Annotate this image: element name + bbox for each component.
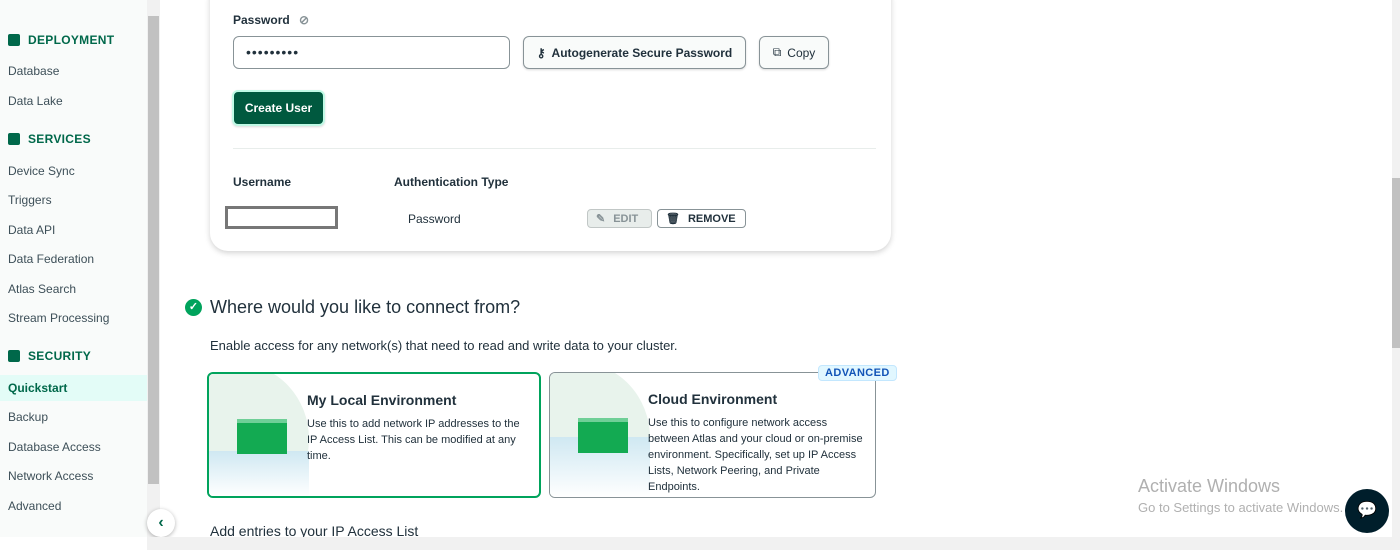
sidebar-item-database[interactable]: Database <box>0 58 147 84</box>
check-circle-icon: ✓ <box>185 299 202 316</box>
sidebar-item-data-lake[interactable]: Data Lake <box>0 88 147 114</box>
sidebar: DEPLOYMENT Database Data Lake SERVICES D… <box>0 0 147 537</box>
chat-icon: 💬 <box>1357 502 1377 519</box>
password-input[interactable]: ••••••••• <box>233 36 510 69</box>
advanced-badge: ADVANCED <box>818 365 897 381</box>
sidebar-item-quickstart[interactable]: Quickstart <box>0 375 147 401</box>
sidebar-item-advanced[interactable]: Advanced <box>0 493 147 519</box>
page-scrollbar[interactable] <box>1392 0 1400 537</box>
auth-type-header: Authentication Type <box>394 175 509 189</box>
create-user-button[interactable]: Create User <box>232 90 325 126</box>
pencil-icon: ✎ <box>596 213 606 225</box>
sidebar-item-triggers[interactable]: Triggers <box>0 187 147 213</box>
lock-icon <box>8 350 20 362</box>
sidebar-item-data-federation[interactable]: Data Federation <box>0 246 147 272</box>
section-services: SERVICES <box>8 132 91 146</box>
section-deployment: DEPLOYMENT <box>8 33 114 47</box>
copy-button[interactable]: ⧉ Copy <box>759 36 829 69</box>
services-icon <box>8 133 20 145</box>
sidebar-item-backup[interactable]: Backup <box>0 404 147 430</box>
sidebar-item-atlas-search[interactable]: Atlas Search <box>0 276 147 302</box>
autogenerate-password-button[interactable]: ⚷ Autogenerate Secure Password <box>523 36 746 69</box>
edit-button[interactable]: ✎ EDIT <box>587 209 652 228</box>
local-title: My Local Environment <box>307 392 457 408</box>
collapse-sidebar-button[interactable]: ‹ <box>147 509 175 537</box>
eye-slash-icon[interactable]: ⊘ <box>299 13 309 27</box>
cloud-title: Cloud Environment <box>648 391 778 407</box>
sidebar-scrollbar[interactable] <box>147 0 160 537</box>
username-header: Username <box>233 175 292 189</box>
remove-button[interactable]: 🗑 REMOVE <box>657 209 746 228</box>
trash-icon: 🗑 <box>666 213 680 225</box>
sidebar-item-database-access[interactable]: Database Access <box>0 434 147 460</box>
password-label: Password ⊘ <box>233 13 310 27</box>
connect-heading: Where would you like to connect from? <box>210 297 521 317</box>
local-description: Use this to add network IP addresses to … <box>307 418 520 462</box>
username-redacted <box>225 206 338 229</box>
connect-subtitle: Enable access for any network(s) that ne… <box>210 338 678 353</box>
cloud-environment-option[interactable]: Cloud Environment Use this to configure … <box>549 372 876 498</box>
copy-icon: ⧉ <box>772 45 782 59</box>
horizontal-scrollbar[interactable] <box>147 537 1400 550</box>
key-icon: ⚷ <box>536 45 546 60</box>
sidebar-item-stream-processing[interactable]: Stream Processing <box>0 305 147 331</box>
cloud-description: Use this to configure network access bet… <box>648 417 863 493</box>
cloud-illustration-icon <box>578 418 628 453</box>
page-scrollbar-thumb[interactable] <box>1392 178 1400 348</box>
chat-support-button[interactable]: 💬 <box>1345 489 1389 533</box>
activate-windows-title: Activate Windows <box>1138 476 1281 496</box>
local-environment-option[interactable]: My Local Environment Use this to add net… <box>207 372 541 498</box>
sidebar-item-device-sync[interactable]: Device Sync <box>0 158 147 184</box>
sidebar-item-data-api[interactable]: Data API <box>0 217 147 243</box>
section-security: SECURITY <box>8 349 91 363</box>
auth-type-value: Password <box>408 212 461 226</box>
divider <box>233 148 876 149</box>
network-illustration-icon <box>237 419 287 454</box>
sidebar-item-network-access[interactable]: Network Access <box>0 463 147 489</box>
activate-windows-sub: Go to Settings to activate Windows. <box>1138 500 1344 515</box>
scrollbar-thumb[interactable] <box>148 16 159 484</box>
database-icon <box>8 34 20 46</box>
